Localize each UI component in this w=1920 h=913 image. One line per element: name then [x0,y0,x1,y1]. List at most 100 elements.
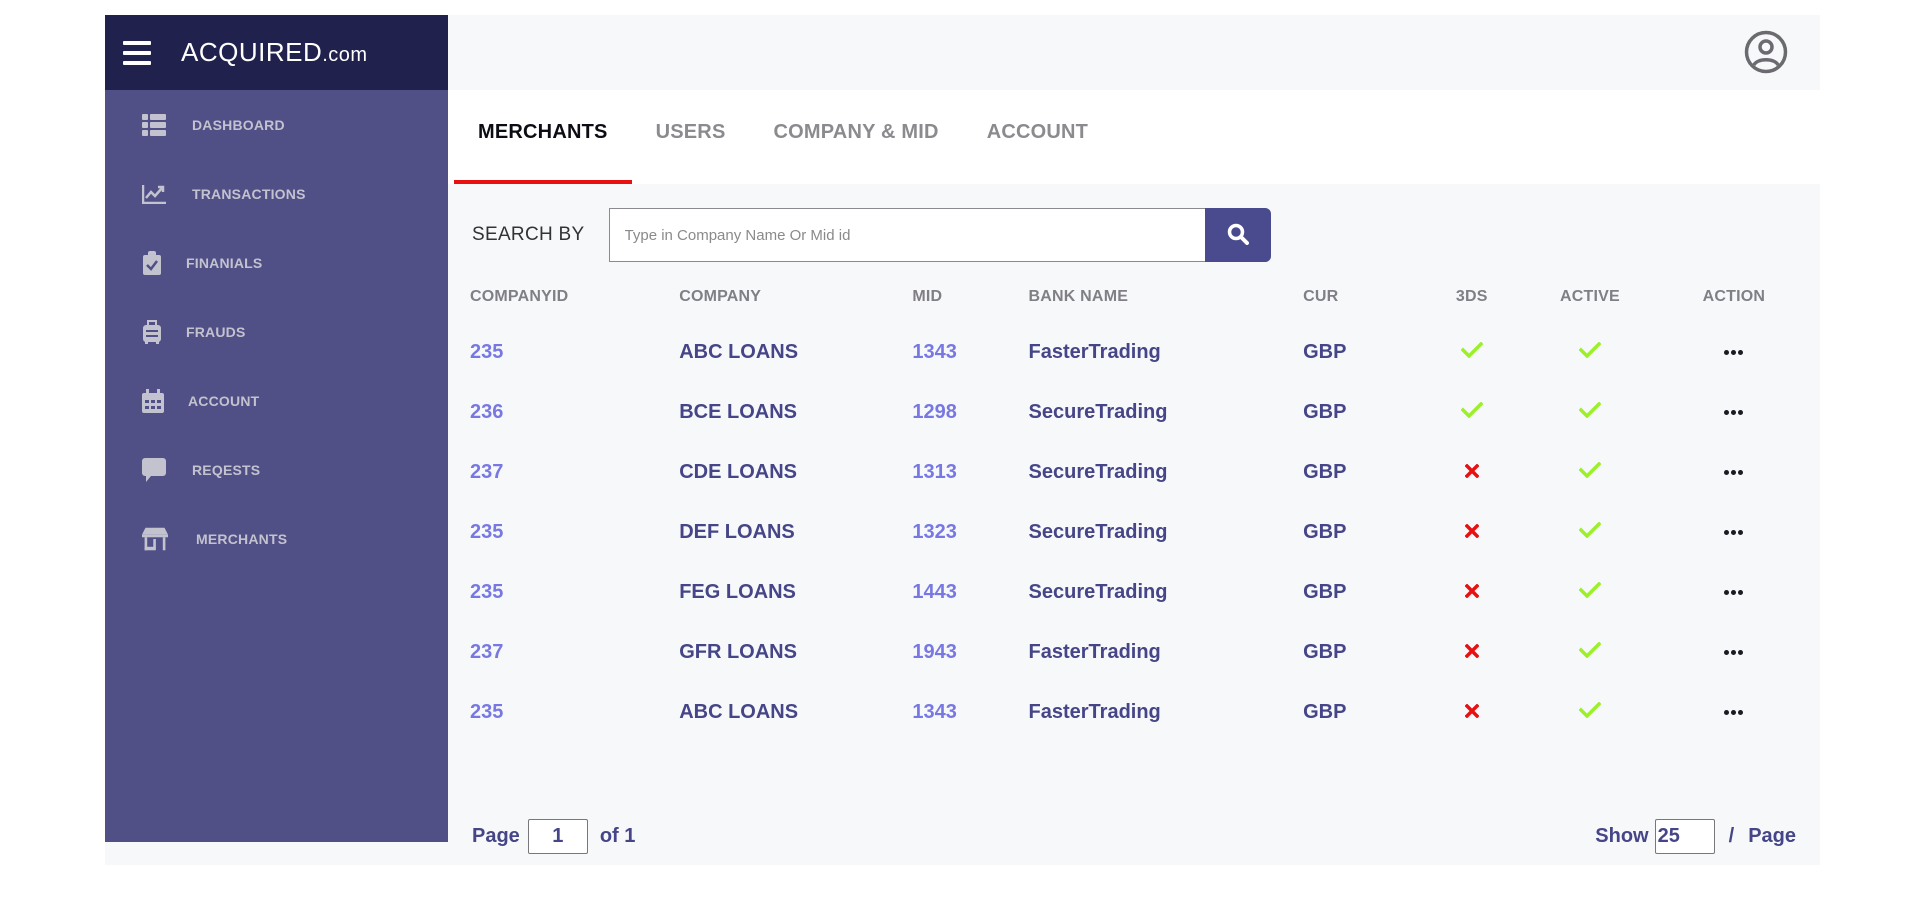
tab-company-mid[interactable]: COMPANY & MID [749,90,962,184]
3ds-status [1409,322,1532,382]
mid-link[interactable]: 1443 [910,562,1026,622]
check-icon [1578,581,1602,604]
column-header-active[interactable]: ACTIVE [1532,272,1646,322]
sidebar-item-reqests[interactable]: REQESTS [105,435,448,504]
check-icon [1578,701,1602,724]
check-icon [1578,461,1602,484]
tab-users[interactable]: USERS [632,90,750,184]
sidebar-item-dashboard[interactable]: DASHBOARD [105,90,448,159]
column-header-3ds[interactable]: 3DS [1409,272,1532,322]
more-options-icon[interactable] [1724,349,1744,355]
company-name: CDE LOANS [679,460,797,483]
search-box [608,208,1271,262]
sidebar-nav: DASHBOARD TRANSACTIONS FINANIALS FRAUDS [105,90,448,573]
per-page-input[interactable] [1654,819,1715,854]
search-label: SEARCH BY [472,224,585,245]
check-icon [1578,641,1602,664]
companyid-link[interactable]: 235 [468,322,677,382]
check-icon [1460,401,1484,424]
sidebar-item-merchants[interactable]: MERCHANTS [105,504,448,573]
table-row[interactable]: 235 DEF LOANS 1323 SecureTrading GBP [468,502,1820,562]
bank-name: FasterTrading [1028,700,1161,723]
active-status [1532,322,1646,382]
sidebar-item-account[interactable]: ACCOUNT [105,366,448,435]
mid-link[interactable]: 1313 [910,442,1026,502]
check-icon [1578,521,1602,544]
table-body: 235 ABC LOANS 1343 FasterTrading GBP 236 BCE L… [468,322,1820,742]
more-options-icon[interactable] [1724,589,1744,595]
logo-name: ACQUIRED [181,37,323,67]
currency: GBP [1303,700,1347,723]
hamburger-menu-icon[interactable] [123,40,151,65]
top-header [448,15,1820,90]
bank-name: SecureTrading [1028,580,1168,603]
companyid-link[interactable]: 235 [468,502,677,562]
per-page-control: Show / Page [1595,819,1796,854]
bank-name: SecureTrading [1028,520,1168,543]
mid-link[interactable]: 1323 [910,502,1026,562]
sidebar-item-label: ACCOUNT [188,392,260,409]
bank-name: SecureTrading [1028,400,1168,423]
comment-icon [142,457,168,482]
search-icon [1227,223,1249,248]
table-row[interactable]: 235 ABC LOANS 1343 FasterTrading GBP [468,322,1820,382]
table-row[interactable]: 236 BCE LOANS 1298 SecureTrading GBP [468,382,1820,442]
more-options-icon[interactable] [1724,469,1744,475]
sidebar-item-label: FINANIALS [186,254,263,271]
page-number-input[interactable] [527,819,588,854]
sidebar-item-frauds[interactable]: FRAUDS [105,297,448,366]
column-header-cur[interactable]: CUR [1301,272,1409,322]
companyid-link[interactable]: 235 [468,682,677,742]
table-row[interactable]: 237 CDE LOANS 1313 SecureTrading GBP [468,442,1820,502]
action-cell [1646,322,1820,382]
cross-icon [1464,521,1480,544]
column-header-company[interactable]: COMPANY [677,272,910,322]
tab-merchants[interactable]: MERCHANTS [454,90,632,184]
user-circle-icon[interactable] [1744,30,1788,74]
merchants-panel: SEARCH BY COMPANYID COMPANY MID BANK NAM… [448,184,1820,865]
action-cell [1646,622,1820,682]
companyid-link[interactable]: 237 [468,442,677,502]
cross-icon [1464,581,1480,604]
table-header-row: COMPANYID COMPANY MID BANK NAME CUR 3DS … [468,272,1820,322]
search-input[interactable] [609,209,1205,261]
pagination: Page of 1 [472,819,635,854]
more-options-icon[interactable] [1724,709,1744,715]
more-options-icon[interactable] [1724,529,1744,535]
sidebar-item-finanials[interactable]: FINANIALS [105,228,448,297]
merchants-table: COMPANYID COMPANY MID BANK NAME CUR 3DS … [468,272,1820,742]
table-row[interactable]: 235 FEG LOANS 1443 SecureTrading GBP [468,562,1820,622]
sidebar-item-label: TRANSACTIONS [192,185,306,202]
active-status [1532,562,1646,622]
more-options-icon[interactable] [1724,409,1744,415]
search-button[interactable] [1204,208,1271,262]
sidebar: ACQUIRED.com DASHBOARD TRANSACTIONS FINA… [105,15,448,842]
column-header-companyid[interactable]: COMPANYID [468,272,677,322]
more-options-icon[interactable] [1724,649,1744,655]
company-name: GFR LOANS [679,640,797,663]
companyid-link[interactable]: 235 [468,562,677,622]
table-row[interactable]: 237 GFR LOANS 1943 FasterTrading GBP [468,622,1820,682]
tab-account[interactable]: ACCOUNT [963,90,1112,184]
clipboard-check-icon [142,250,168,275]
mid-link[interactable]: 1943 [910,622,1026,682]
action-cell [1646,562,1820,622]
action-cell [1646,382,1820,442]
chart-line-icon [142,182,168,206]
column-header-action: ACTION [1702,288,1766,305]
mid-link[interactable]: 1298 [910,382,1026,442]
sidebar-item-transactions[interactable]: TRANSACTIONS [105,159,448,228]
mid-link[interactable]: 1343 [910,322,1026,382]
sidebar-item-label: FRAUDS [186,323,246,340]
companyid-link[interactable]: 237 [468,622,677,682]
table-row[interactable]: 235 ABC LOANS 1343 FasterTrading GBP [468,682,1820,742]
column-header-mid[interactable]: MID [910,272,1026,322]
sidebar-item-label: REQESTS [192,461,261,478]
column-header-bank-name[interactable]: BANK NAME [1027,272,1302,322]
brand-bar: ACQUIRED.com [105,15,448,90]
logo[interactable]: ACQUIRED.com [181,37,368,68]
companyid-link[interactable]: 236 [468,382,677,442]
mid-link[interactable]: 1343 [910,682,1026,742]
active-status [1532,382,1646,442]
app-frame: ACQUIRED.com DASHBOARD TRANSACTIONS FINA… [105,15,1820,865]
